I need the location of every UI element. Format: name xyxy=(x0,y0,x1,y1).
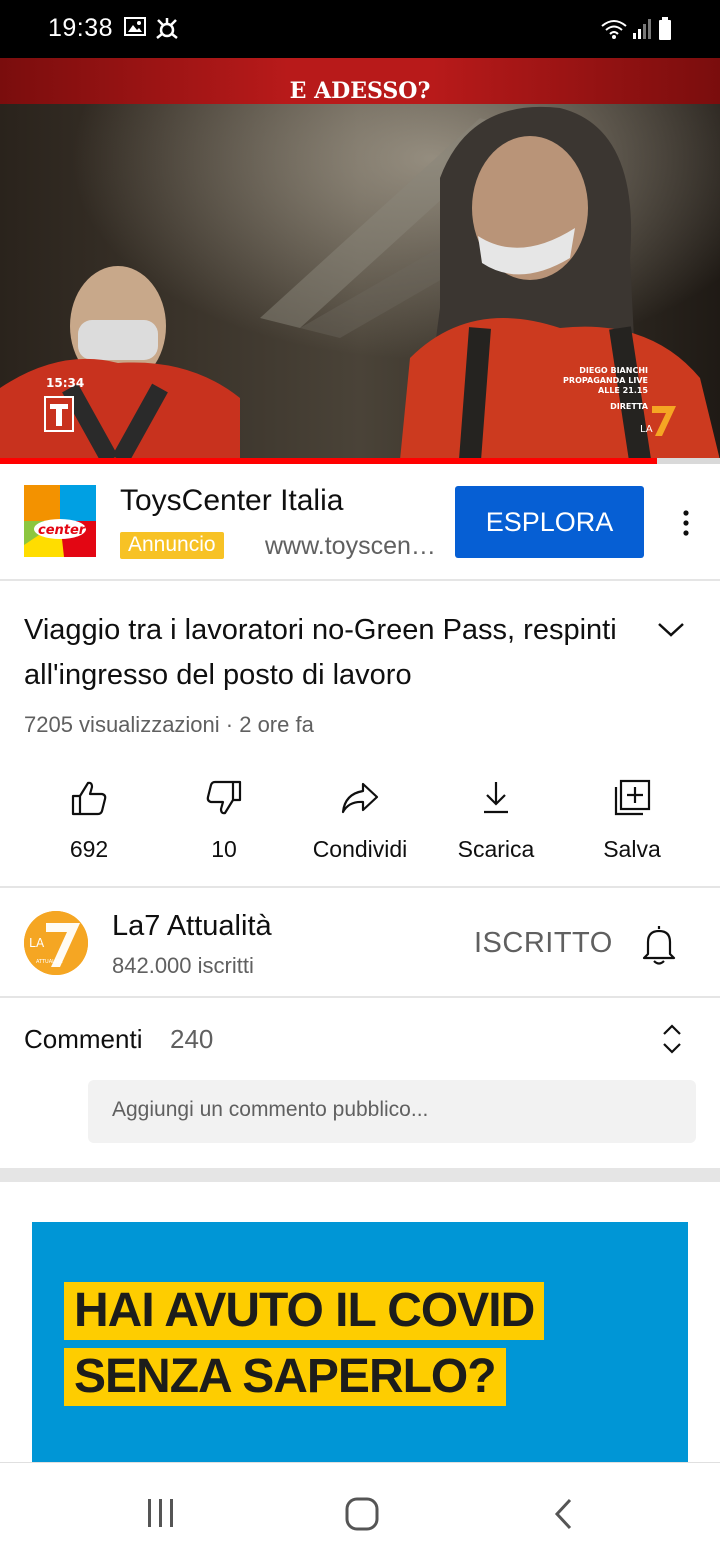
dislike-button[interactable]: 10 xyxy=(156,778,292,863)
share-label: Condividi xyxy=(312,836,408,862)
like-icon xyxy=(71,781,107,816)
dislike-count: 10 xyxy=(211,836,237,862)
video-title[interactable]: Viaggio tra i lavoratori no-Green Pass, … xyxy=(24,608,634,698)
promo-headline-line1: HAI AVUTO IL COVID xyxy=(64,1282,545,1340)
promo-banner[interactable]: HAI AVUTO IL COVID SENZA SAPERLO? xyxy=(32,1222,688,1462)
status-time: 19:38 xyxy=(48,14,114,42)
ad-banner[interactable]: center ToysCenter Italia Annuncio www.to… xyxy=(0,464,720,581)
dislike-icon xyxy=(206,780,242,815)
channel-subscribers: 842.000 iscritti xyxy=(112,953,254,978)
like-count: 692 xyxy=(69,836,109,862)
download-icon xyxy=(484,782,508,814)
back-icon[interactable] xyxy=(552,1497,574,1531)
ad-cta-button[interactable]: ESPLORA xyxy=(455,486,644,558)
video-banner-text: E ADESSO? xyxy=(289,78,431,104)
wifi-icon xyxy=(601,20,627,39)
share-button[interactable]: Condividi xyxy=(292,778,428,863)
video-banner: E ADESSO? xyxy=(0,58,720,104)
download-label: Scarica xyxy=(457,836,535,862)
video-timestamp-overlay: 15:34 xyxy=(46,376,85,390)
video-channel-overlay: DIEGO BIANCHI PROPAGANDA LIVE ALLE 21.15… xyxy=(563,366,648,411)
channel-name[interactable]: La7 Attualità xyxy=(112,910,272,943)
home-icon[interactable] xyxy=(344,1497,380,1531)
channel-avatar[interactable]: LA ATTUALITÀ xyxy=(24,911,88,975)
divider xyxy=(0,886,720,888)
promo-headline-line2: SENZA SAPERLO? xyxy=(64,1348,506,1406)
bell-icon[interactable] xyxy=(640,922,678,966)
tg-logo-icon xyxy=(44,396,74,432)
ad-url[interactable]: www.toyscenter.it xyxy=(265,532,437,561)
download-button[interactable]: Scarica xyxy=(428,778,564,863)
ad-badge: Annuncio xyxy=(120,532,224,559)
la7-avatar-logo-icon: LA ATTUALITÀ xyxy=(24,911,88,975)
like-button[interactable]: 692 xyxy=(21,778,157,863)
recent-apps-icon[interactable] xyxy=(146,1497,176,1529)
video-meta: 7205 visualizzazioni · 2 ore fa xyxy=(24,712,314,737)
more-options-icon[interactable] xyxy=(674,508,698,538)
svg-text:LA: LA xyxy=(640,424,653,435)
chevron-down-icon[interactable] xyxy=(656,618,686,640)
share-icon xyxy=(341,782,379,814)
comments-count: 240 xyxy=(170,1024,214,1054)
battery-icon xyxy=(659,17,671,40)
video-player[interactable]: E ADESSO? 15:34 DIEGO BIANCHI PROPAGANDA… xyxy=(0,58,720,460)
svg-text:ATTUALITÀ: ATTUALITÀ xyxy=(36,958,63,965)
system-nav-bar xyxy=(0,1462,720,1560)
expand-collapse-icon[interactable] xyxy=(660,1022,684,1056)
status-bar: 19:38 xyxy=(0,0,720,58)
save-playlist-icon xyxy=(614,779,651,816)
app-notification-icon xyxy=(156,18,178,39)
divider xyxy=(0,996,720,998)
subscribed-button[interactable]: ISCRITTO xyxy=(474,927,613,960)
svg-text:LA: LA xyxy=(29,936,45,950)
section-divider xyxy=(0,1168,720,1182)
signal-icon xyxy=(633,19,651,39)
comments-label[interactable]: Commenti xyxy=(24,1024,142,1055)
save-button[interactable]: Salva xyxy=(564,778,700,863)
save-label: Salva xyxy=(603,836,661,862)
gallery-icon xyxy=(124,17,146,36)
comment-input[interactable]: Aggiungi un commento pubblico... xyxy=(88,1080,696,1143)
toyscenter-logo-icon: center xyxy=(24,485,96,557)
ad-title: ToysCenter Italia xyxy=(120,484,344,517)
la7-logo-icon: LA xyxy=(640,406,676,436)
svg-text:center: center xyxy=(38,523,87,538)
